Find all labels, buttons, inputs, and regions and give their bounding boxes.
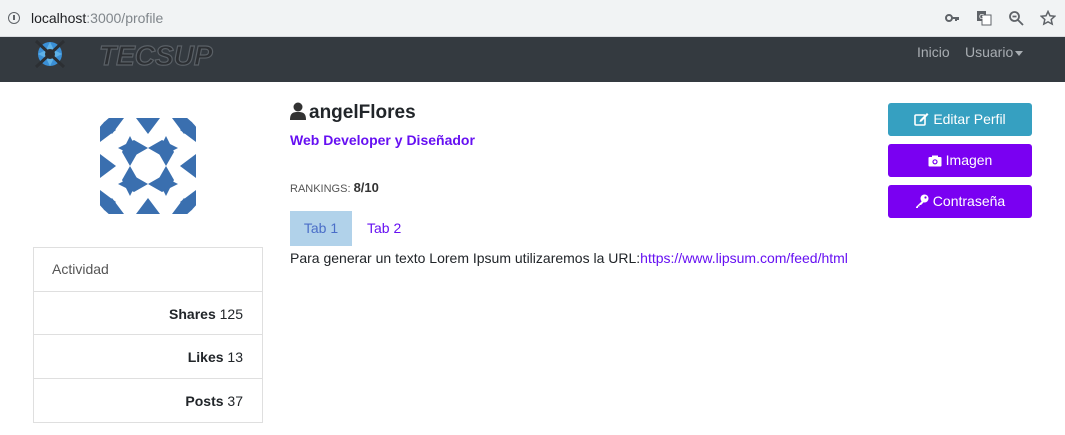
content-text: Para generar un texto Lorem Ipsum utiliz… xyxy=(290,250,641,266)
tab-2[interactable]: Tab 2 xyxy=(367,211,401,246)
zoom-icon[interactable] xyxy=(1008,10,1024,26)
activity-header: Actividad xyxy=(34,248,262,292)
nav-usuario-label: Usuario xyxy=(965,44,1014,60)
key-icon[interactable] xyxy=(944,10,960,26)
tab-content: Para generar un texto Lorem Ipsum utiliz… xyxy=(290,250,848,266)
key-icon xyxy=(915,194,929,208)
edit-profile-button[interactable]: Editar Perfil xyxy=(888,103,1032,136)
site-info-icon[interactable] xyxy=(8,12,20,24)
url-path: :3000/profile xyxy=(86,10,164,26)
profile-role: Web Developer y Diseñador xyxy=(290,132,475,148)
url-host: localhost xyxy=(31,10,87,26)
stat-value: 37 xyxy=(227,392,243,409)
list-item: Posts 37 xyxy=(34,379,262,423)
stat-label: Shares xyxy=(169,305,216,322)
logo-mark-icon xyxy=(34,39,66,69)
avatar xyxy=(86,104,210,228)
brand-logo[interactable]: TECSUP xyxy=(33,38,213,75)
bookmark-star-icon[interactable] xyxy=(1040,10,1056,26)
nav-dropdown-usuario[interactable]: Usuario xyxy=(965,44,1024,60)
translate-icon[interactable]: G xyxy=(976,10,992,26)
address-bar[interactable]: localhost:3000/profile xyxy=(31,10,163,26)
password-button[interactable]: Contraseña xyxy=(888,185,1032,218)
brand-text: TECSUP xyxy=(98,39,213,71)
profile-username: angelFlores xyxy=(290,102,416,124)
edit-icon xyxy=(914,113,929,126)
browser-toolbar: localhost:3000/profile G xyxy=(0,0,1065,37)
stat-label: Likes xyxy=(187,349,224,365)
svg-text:G: G xyxy=(979,13,984,21)
rankings-value: 8/10 xyxy=(353,180,379,195)
identicon-image xyxy=(100,118,196,214)
image-label: Imagen xyxy=(945,152,993,168)
activity-list: Actividad Shares 125 Likes 13 Posts 37 xyxy=(33,247,263,423)
lipsum-link[interactable]: https://www.lipsum.com/feed/html xyxy=(640,250,848,266)
stat-value: 13 xyxy=(227,349,243,365)
password-label: Contraseña xyxy=(932,193,1006,209)
list-item: Shares 125 xyxy=(34,292,262,335)
rankings: RANKINGS: 8/10 xyxy=(290,180,379,195)
user-icon xyxy=(290,102,306,120)
stat-value: 125 xyxy=(219,305,243,322)
caret-down-icon xyxy=(1015,50,1024,56)
edit-profile-label: Editar Perfil xyxy=(933,111,1006,127)
tab-1[interactable]: Tab 1 xyxy=(290,211,352,246)
nav-link-inicio[interactable]: Inicio xyxy=(917,44,950,60)
username-text: angelFlores xyxy=(309,102,416,123)
rankings-label: RANKINGS: xyxy=(290,183,351,195)
image-button[interactable]: Imagen xyxy=(888,144,1032,177)
stat-label: Posts xyxy=(185,392,224,409)
list-item: Likes 13 xyxy=(34,335,262,379)
camera-icon xyxy=(928,155,942,167)
